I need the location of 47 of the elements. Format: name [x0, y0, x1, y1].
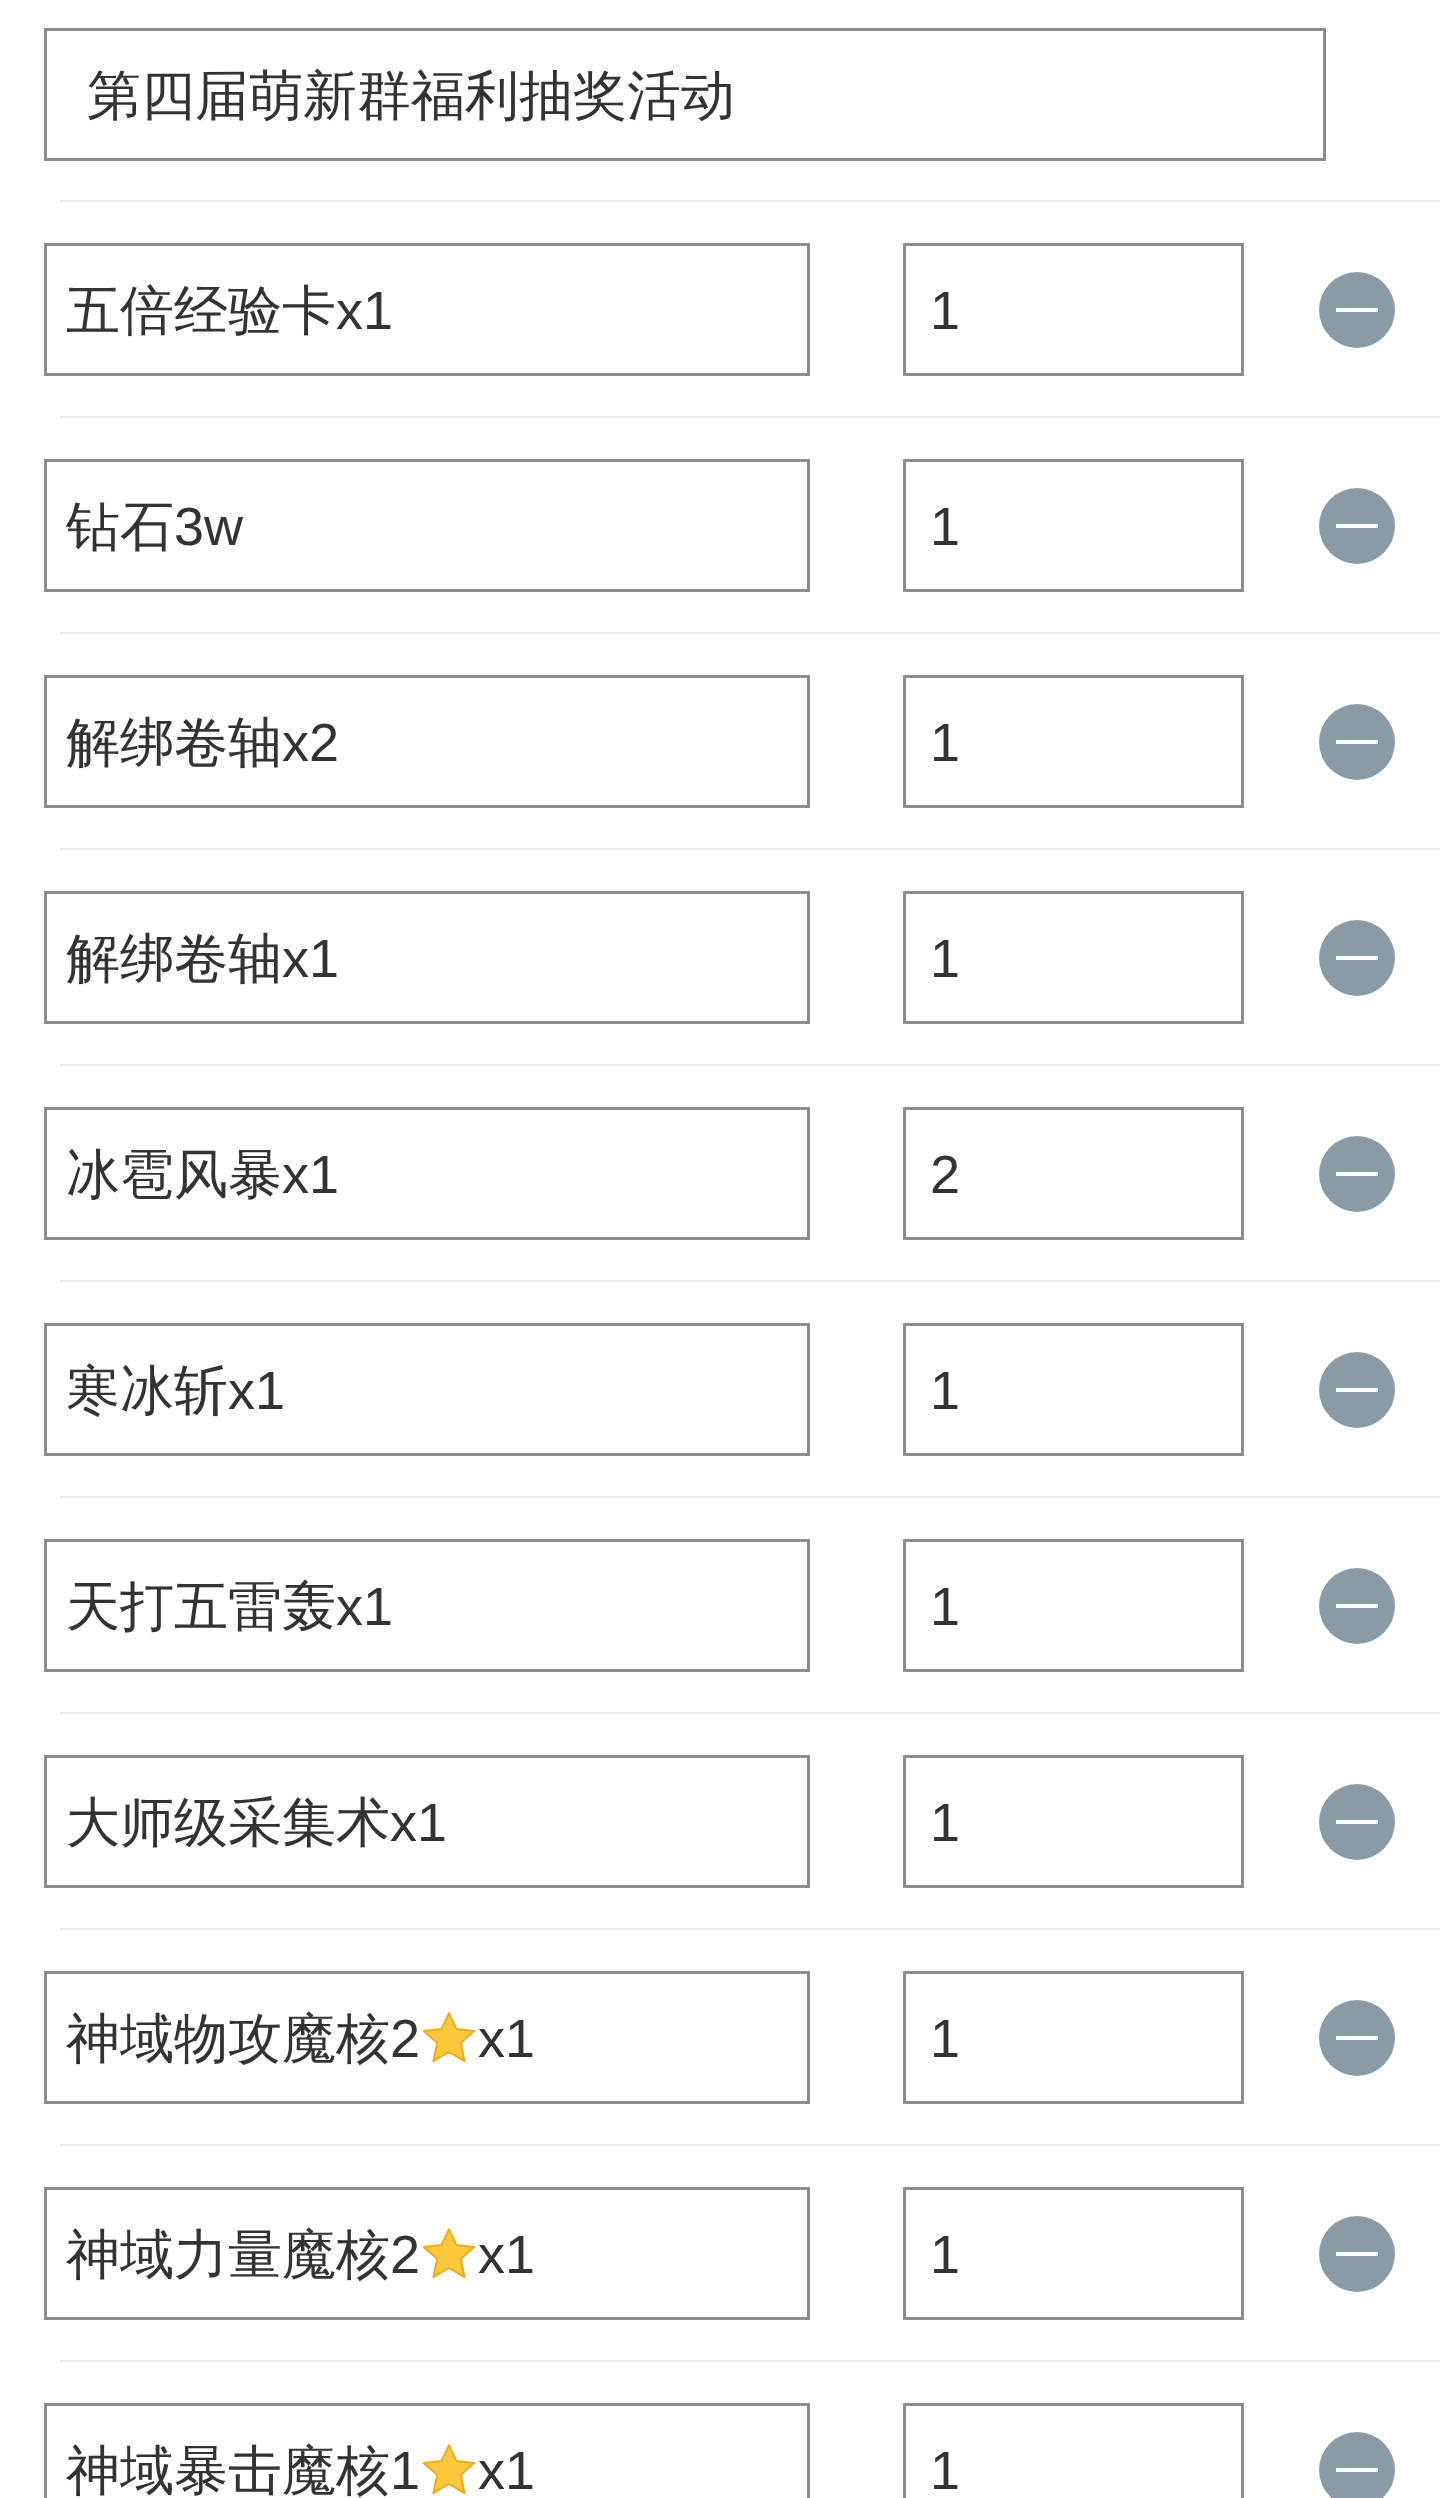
star-icon — [421, 2442, 478, 2497]
prize-name-field[interactable]: 大师级采集术x1 — [44, 1755, 810, 1888]
prize-name-field[interactable]: 神域物攻魔核2 x1 — [44, 1971, 810, 2104]
minus-circle-icon — [1319, 271, 1395, 348]
minus-circle-icon — [1319, 1351, 1395, 1428]
minus-circle-icon — [1319, 703, 1395, 780]
quantity-field[interactable]: 1 — [903, 1971, 1244, 2104]
remove-button[interactable] — [1319, 919, 1395, 996]
quantity-field[interactable]: 1 — [903, 243, 1244, 376]
minus-circle-icon — [1319, 919, 1395, 996]
minus-circle-icon — [1319, 487, 1395, 564]
prize-name-field[interactable]: 寒冰斩x1 — [44, 1323, 810, 1456]
minus-circle-icon — [1319, 2215, 1395, 2292]
remove-button[interactable] — [1319, 1351, 1395, 1428]
remove-button[interactable] — [1319, 487, 1395, 564]
minus-circle-icon — [1319, 1999, 1395, 2076]
prize-name-field[interactable]: 钻石3w — [44, 459, 810, 592]
quantity-field[interactable]: 1 — [903, 1323, 1244, 1456]
quantity-field[interactable]: 1 — [903, 459, 1244, 592]
title-field[interactable]: 第四届萌新群福利抽奖活动 — [44, 28, 1326, 161]
prize-name-field[interactable]: 解绑卷轴x1 — [44, 891, 810, 1024]
quantity-field[interactable]: 1 — [903, 1539, 1244, 1672]
quantity-field[interactable]: 1 — [903, 675, 1244, 808]
quantity-field[interactable]: 1 — [903, 891, 1244, 1024]
remove-button[interactable] — [1319, 1135, 1395, 1212]
quantity-field[interactable]: 1 — [903, 1755, 1244, 1888]
star-icon — [421, 2010, 478, 2065]
prize-name-field[interactable]: 天打五雷轰x1 — [44, 1539, 810, 1672]
minus-circle-icon — [1319, 1783, 1395, 1860]
remove-button[interactable] — [1319, 2215, 1395, 2292]
quantity-field[interactable]: 1 — [903, 2187, 1244, 2320]
prize-name-field[interactable]: 神域暴击魔核1 x1 — [44, 2403, 810, 2498]
quantity-field[interactable]: 2 — [903, 1107, 1244, 1240]
quantity-field[interactable]: 1 — [903, 2403, 1244, 2498]
prize-name-field[interactable]: 冰雹风暴x1 — [44, 1107, 810, 1240]
remove-button[interactable] — [1319, 1999, 1395, 2076]
minus-circle-icon — [1319, 1135, 1395, 1212]
remove-button[interactable] — [1319, 703, 1395, 780]
prize-name-field[interactable]: 五倍经验卡x1 — [44, 243, 810, 376]
star-icon — [421, 2226, 478, 2281]
prize-name-field[interactable]: 神域力量魔核2 x1 — [44, 2187, 810, 2320]
minus-circle-icon — [1319, 1567, 1395, 1644]
remove-button[interactable] — [1319, 271, 1395, 348]
remove-button[interactable] — [1319, 2431, 1395, 2498]
remove-button[interactable] — [1319, 1567, 1395, 1644]
prize-name-field[interactable]: 解绑卷轴x2 — [44, 675, 810, 808]
remove-button[interactable] — [1319, 1783, 1395, 1860]
